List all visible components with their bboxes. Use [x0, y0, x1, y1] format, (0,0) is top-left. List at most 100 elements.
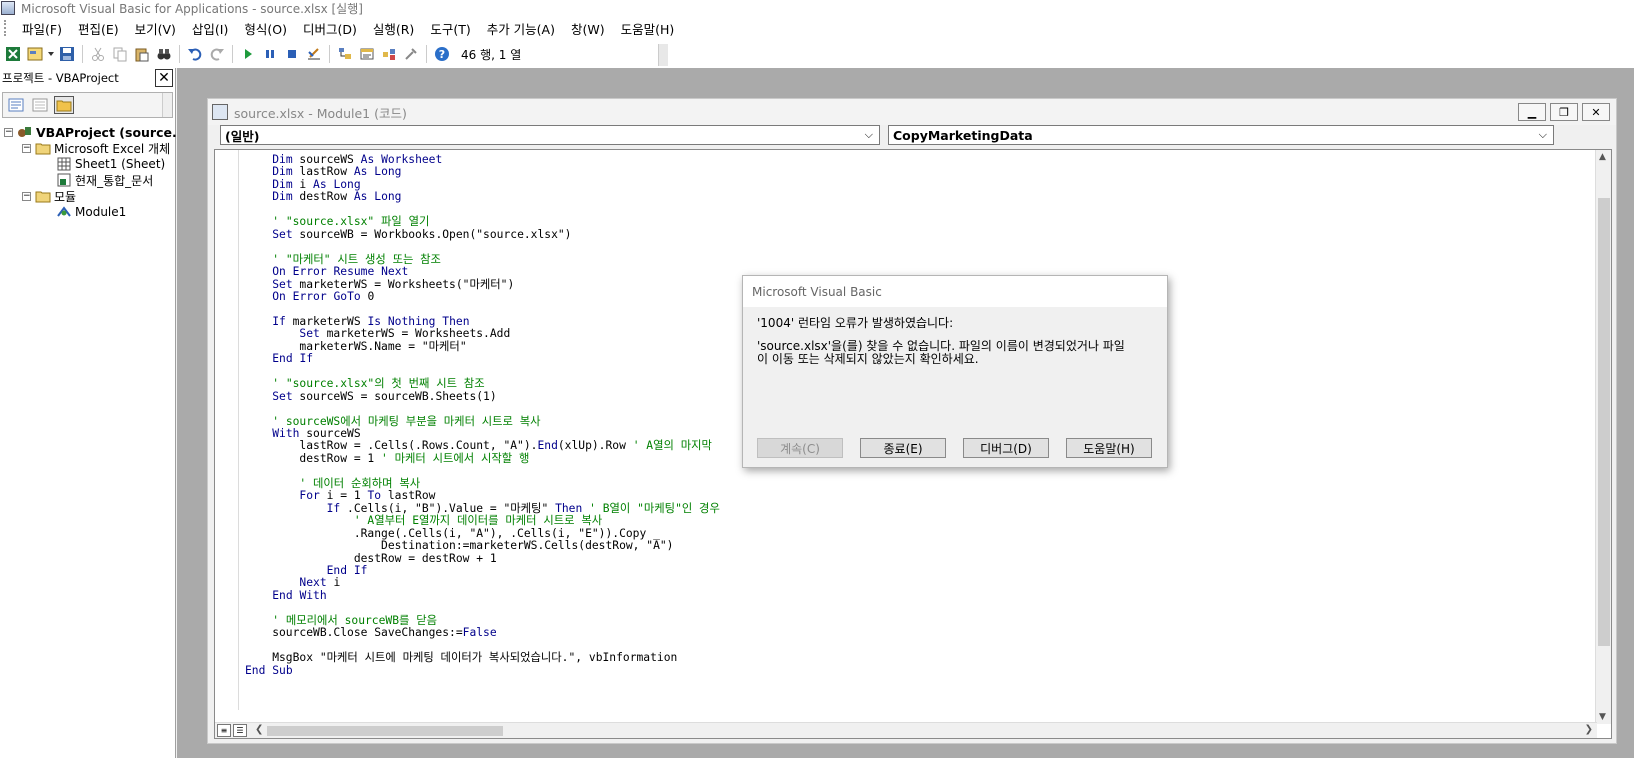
- save-button[interactable]: [57, 44, 77, 64]
- insert-dropdown-button[interactable]: [47, 44, 55, 64]
- menu-view[interactable]: 보기(V): [127, 17, 184, 40]
- procedure-view-button[interactable]: ≡: [217, 724, 231, 737]
- collapse-icon[interactable]: −: [4, 127, 13, 137]
- menu-addins[interactable]: 추가 기능(A): [479, 17, 563, 40]
- pause-icon: [266, 50, 274, 58]
- margin-indicator-bar[interactable]: [215, 150, 239, 710]
- folder-icon: [56, 100, 72, 112]
- horizontal-scroll-thumb[interactable]: [267, 726, 503, 736]
- menu-help[interactable]: 도움말(H): [613, 17, 683, 40]
- properties-window-button[interactable]: [357, 44, 377, 64]
- code-line[interactable]: On Error Resume Next: [245, 265, 720, 278]
- code-text[interactable]: Dim sourceWS As Worksheet Dim lastRow As…: [245, 153, 720, 677]
- tree-item-sheet1[interactable]: Sheet1 (Sheet): [0, 156, 175, 172]
- menu-edit[interactable]: 편집(E): [70, 17, 127, 40]
- object-browser-button[interactable]: [379, 44, 399, 64]
- help-button[interactable]: ?: [432, 44, 452, 64]
- menu-run[interactable]: 실행(R): [365, 17, 422, 40]
- cut-button[interactable]: [88, 44, 108, 64]
- close-icon: ✕: [158, 70, 170, 86]
- code-line[interactable]: End With: [245, 589, 720, 602]
- toolbar-options-button[interactable]: [658, 44, 668, 66]
- insert-userform-button[interactable]: [25, 44, 45, 64]
- project-explorer-panel: 프로젝트 - VBAProject ✕ − VBAProject (source…: [0, 68, 177, 758]
- procedure-dropdown-value: CopyMarketingData: [893, 127, 1033, 143]
- svg-text:?: ?: [439, 48, 445, 61]
- scroll-right-icon[interactable]: ❯: [1585, 724, 1593, 735]
- tree-item-thisworkbook[interactable]: 현재_통합_문서: [0, 172, 175, 188]
- toggle-folders-button[interactable]: [54, 96, 74, 114]
- code-line[interactable]: ' "source.xlsx"의 첫 번째 시트 참조: [245, 377, 720, 390]
- open-folder-icon: [35, 191, 51, 203]
- close-project-explorer-button[interactable]: ✕: [155, 69, 173, 87]
- procedure-dropdown[interactable]: CopyMarketingData ⌵: [888, 125, 1554, 145]
- toolbox-button[interactable]: [401, 44, 421, 64]
- scroll-down-icon[interactable]: ▼: [1599, 712, 1606, 722]
- object-dropdown[interactable]: (일반) ⌵: [220, 125, 880, 145]
- code-line[interactable]: MsgBox "마케터 시트에 마케팅 데이터가 복사되었습니다.", vbIn…: [245, 651, 720, 664]
- view-toggle-group: ≡ ☰: [217, 724, 249, 737]
- end-button[interactable]: 종료(E): [860, 438, 946, 458]
- minimize-button[interactable]: ▁: [1518, 103, 1546, 121]
- menu-debug[interactable]: 디버그(D): [295, 17, 365, 40]
- menu-window[interactable]: 창(W): [563, 17, 613, 40]
- design-mode-button[interactable]: [304, 44, 324, 64]
- menu-file[interactable]: 파일(F): [14, 17, 70, 40]
- view-excel-button[interactable]: [3, 44, 23, 64]
- collapse-icon[interactable]: −: [22, 143, 31, 153]
- menu-insert[interactable]: 삽입(I): [184, 17, 236, 40]
- tree-item-vbaproject[interactable]: − VBAProject (source.: [0, 124, 177, 140]
- vertical-scroll-thumb[interactable]: [1598, 198, 1610, 646]
- tree-item-modules[interactable]: − 모듈: [0, 188, 175, 204]
- paste-button[interactable]: [132, 44, 152, 64]
- debug-button[interactable]: 디버그(D): [963, 438, 1049, 458]
- code-line[interactable]: marketerWS.Name = "마케터": [245, 340, 720, 353]
- code-window-icon: [212, 104, 228, 120]
- scroll-up-icon[interactable]: ▲: [1599, 152, 1606, 162]
- code-line[interactable]: Set marketerWS = Worksheets.Add: [245, 327, 720, 340]
- find-button[interactable]: [154, 44, 174, 64]
- project-explorer-button[interactable]: [335, 44, 355, 64]
- code-line[interactable]: End Sub: [245, 664, 720, 677]
- code-line[interactable]: Dim destRow As Long: [245, 190, 720, 203]
- code-line[interactable]: sourceWB.Close SaveChanges:=False: [245, 626, 720, 639]
- code-window-titlebar[interactable]: source.xlsx - Module1 (코드) ▁ ❐ ✕: [208, 99, 1616, 125]
- run-button[interactable]: [238, 44, 258, 64]
- code-line[interactable]: Set sourceWB = Workbooks.Open("source.xl…: [245, 228, 720, 241]
- code-line[interactable]: On Error GoTo 0: [245, 290, 720, 303]
- code-line[interactable]: ' A열부터 E열까지 데이터를 마케터 시트로 복사: [245, 514, 720, 527]
- scroll-left-icon[interactable]: ❮: [255, 724, 263, 735]
- project-toolbar-scroll[interactable]: [162, 93, 172, 117]
- menu-grip-handle[interactable]: [4, 20, 8, 36]
- full-module-view-button[interactable]: ☰: [233, 724, 247, 737]
- menu-tools[interactable]: 도구(T): [422, 17, 478, 40]
- code-line[interactable]: ' "source.xlsx" 파일 열기: [245, 216, 720, 228]
- code-line[interactable]: Set sourceWS = sourceWB.Sheets(1): [245, 390, 720, 403]
- toolbar-separator: [82, 45, 83, 63]
- undo-button[interactable]: [185, 44, 205, 64]
- close-button[interactable]: ✕: [1582, 103, 1610, 121]
- view-object-button[interactable]: [30, 96, 50, 114]
- code-line[interactable]: Destination:=marketerWS.Cells(destRow, "…: [245, 539, 720, 552]
- tree-item-excel-objects[interactable]: − Microsoft Excel 개체: [0, 140, 175, 156]
- menu-format[interactable]: 형식(O): [236, 17, 295, 40]
- project-explorer-toolbar: [2, 92, 173, 118]
- vertical-scrollbar[interactable]: ▲ ▼: [1595, 150, 1611, 724]
- horizontal-scrollbar[interactable]: ≡ ☰ ❮ ❯: [215, 722, 1597, 738]
- continue-button[interactable]: 계속(C): [757, 438, 843, 458]
- dialog-titlebar[interactable]: Microsoft Visual Basic: [743, 276, 1167, 307]
- restore-button[interactable]: ❐: [1550, 103, 1578, 121]
- code-line[interactable]: destRow = 1 ' 마케터 시트에서 시작할 행: [245, 452, 720, 465]
- dialog-help-button[interactable]: 도움말(H): [1066, 438, 1152, 458]
- tree-label: Microsoft Excel 개체: [54, 141, 171, 156]
- cursor-position-status: 46 행, 1 열: [461, 47, 522, 62]
- tree-item-module1[interactable]: Module1: [0, 204, 175, 220]
- copy-button[interactable]: [110, 44, 130, 64]
- collapse-icon[interactable]: −: [22, 191, 31, 201]
- view-code-button[interactable]: [6, 96, 26, 114]
- code-line[interactable]: End If: [245, 353, 720, 365]
- reset-button[interactable]: [282, 44, 302, 64]
- break-button[interactable]: [260, 44, 280, 64]
- dialog-title: Microsoft Visual Basic: [752, 284, 882, 299]
- redo-button[interactable]: [207, 44, 227, 64]
